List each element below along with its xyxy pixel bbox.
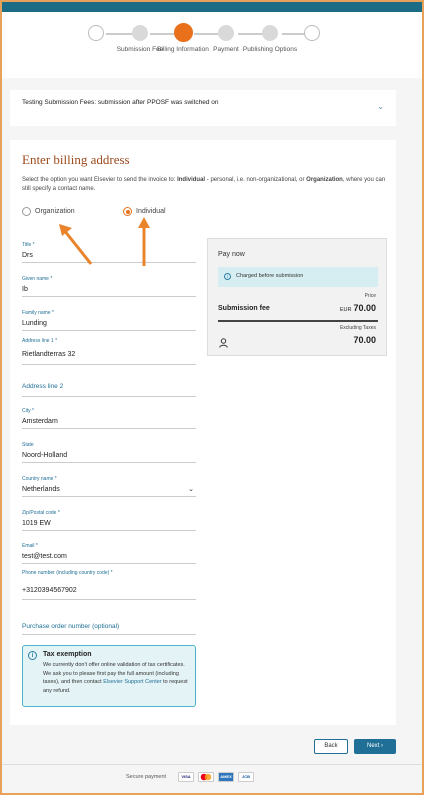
field-label: Address line 1 * [22, 338, 58, 344]
field-value[interactable]: Noord-Holland [22, 452, 196, 459]
purchase-order-field[interactable]: Purchase order number (optional) [22, 623, 196, 635]
next-button[interactable]: Next › [354, 739, 396, 754]
radio-button[interactable] [22, 207, 31, 216]
total-value: 70.00 [353, 335, 376, 345]
tax-title: Tax exemption [43, 651, 92, 658]
field-label: Given name * [22, 276, 53, 282]
radio-label: Organization [35, 208, 75, 215]
field-label: Zip/Postal code * [22, 510, 60, 516]
field-value[interactable]: Ib [22, 286, 196, 293]
country-select[interactable]: Country name * Netherlands ⌄ [22, 476, 196, 497]
jcb-logo-icon: JCB [238, 772, 254, 782]
step-publishing-options[interactable] [262, 25, 278, 41]
price-label: Price [364, 293, 376, 299]
charged-banner-text: Charged before submission [236, 273, 304, 279]
amex-logo-icon: AMEX [218, 772, 234, 782]
payment-footer: Secure payment VISA AMEX JCB [2, 764, 422, 793]
field-label: Family name * [22, 310, 54, 316]
field-value[interactable]: test@test.com [22, 553, 196, 560]
field-label: Country name * [22, 476, 57, 482]
billing-intro: Select the option you want Elsevier to s… [22, 177, 386, 192]
back-button[interactable]: Back [314, 739, 348, 754]
step-end [304, 25, 320, 41]
submission-fee-label: Submission fee [218, 305, 270, 312]
progress-stepper: Submission Fee Billing Information Payme… [2, 12, 422, 78]
field-underline [22, 530, 196, 531]
field-label: Email * [22, 543, 38, 549]
test-notice-accordion[interactable]: Testing Submission Fees: submission afte… [10, 90, 396, 126]
secure-payment-label: Secure payment [126, 774, 167, 780]
radio-button-selected[interactable] [123, 207, 132, 216]
step-billing-information[interactable] [174, 23, 193, 42]
mastercard-logo-icon [198, 772, 214, 782]
page-title: Enter billing address [22, 152, 130, 167]
field-value[interactable]: 1019 EW [22, 520, 196, 527]
field-label: State [22, 442, 34, 448]
field-value[interactable]: Lunding [22, 320, 196, 327]
given-name-field[interactable]: Given name * Ib [22, 276, 196, 297]
top-bar [2, 2, 422, 12]
step-submission-fee[interactable] [132, 25, 148, 41]
field-value[interactable]: Rietlandterras 32 [22, 351, 196, 358]
field-underline [22, 396, 196, 397]
pay-now-panel: Pay now i Charged before submission Pric… [207, 238, 387, 356]
charged-banner: i Charged before submission [218, 267, 378, 287]
tax-body: We currently don't offer online validati… [43, 662, 188, 694]
radio-individual[interactable]: Individual [123, 207, 166, 216]
radio-organization[interactable]: Organization [22, 207, 75, 216]
field-underline [22, 563, 196, 564]
chevron-down-icon[interactable]: ⌄ [188, 485, 194, 493]
field-label: Title * [22, 242, 35, 248]
zip-code-field[interactable]: Zip/Postal code * 1019 EW [22, 510, 196, 531]
field-underline [22, 330, 196, 331]
state-field[interactable]: State Noord-Holland [22, 442, 196, 463]
step-payment[interactable] [218, 25, 234, 41]
step-start [88, 25, 104, 41]
radio-label: Individual [136, 208, 166, 215]
field-underline [22, 428, 196, 429]
field-value[interactable]: +3120394567902 [22, 587, 196, 594]
step-connector [106, 33, 134, 35]
field-underline [22, 364, 196, 365]
title-field[interactable]: Title * Drs [22, 242, 196, 263]
person-icon [219, 335, 228, 353]
field-placeholder[interactable]: Purchase order number (optional) [22, 623, 196, 630]
visa-logo-icon: VISA [178, 772, 194, 782]
field-value[interactable]: Drs [22, 252, 196, 259]
annotation-arrow-individual-icon [138, 217, 150, 266]
field-underline [22, 599, 196, 600]
email-field[interactable]: Email * test@test.com [22, 543, 196, 564]
field-underline [22, 462, 196, 463]
divider [218, 320, 378, 322]
phone-field[interactable]: Phone number (including country code) * … [22, 570, 196, 600]
field-underline [22, 262, 196, 263]
tax-exemption-notice: i Tax exemption We currently don't offer… [22, 645, 196, 707]
field-value[interactable]: Netherlands [22, 486, 196, 493]
field-label: City * [22, 408, 34, 414]
address-line-1-field[interactable]: Address line 1 * Rietlandterras 32 [22, 338, 196, 365]
field-label: Phone number (including country code) * [22, 570, 113, 576]
notice-text: Testing Submission Fees: submission afte… [22, 99, 219, 106]
field-underline [22, 296, 196, 297]
field-placeholder[interactable]: Address line 2 [22, 383, 196, 390]
info-icon: i [224, 273, 231, 280]
pay-now-title: Pay now [218, 251, 245, 258]
excluding-taxes-label: Excluding Taxes [339, 325, 376, 331]
info-icon: i [28, 651, 37, 660]
city-field[interactable]: City * Amsterdam [22, 408, 196, 429]
submission-fee-value: EUR 70.00 [339, 303, 376, 313]
address-line-2-field[interactable]: Address line 2 [22, 383, 196, 397]
chevron-down-icon[interactable]: ⌄ [377, 102, 384, 111]
family-name-field[interactable]: Family name * Lunding [22, 310, 196, 331]
support-center-link[interactable]: Elsevier Support Center [103, 679, 161, 685]
step-label-publishing-options: Publishing Options [242, 46, 298, 53]
annotation-arrow-organization-icon [59, 224, 93, 265]
field-underline [22, 634, 196, 635]
field-value[interactable]: Amsterdam [22, 418, 196, 425]
field-underline [22, 496, 196, 497]
